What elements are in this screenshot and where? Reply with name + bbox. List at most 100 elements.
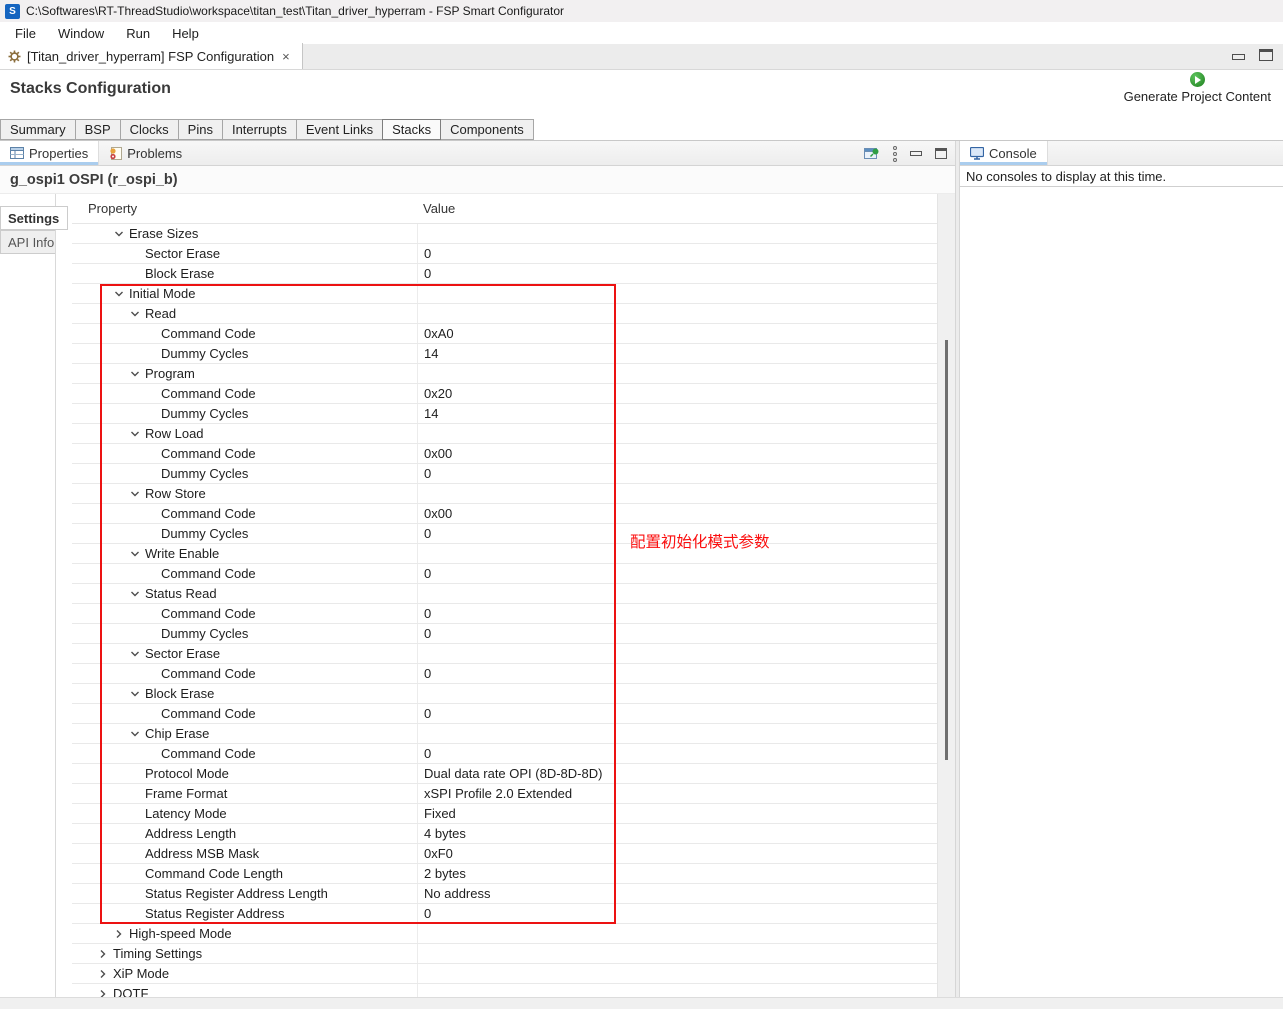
property-row[interactable]: Protocol ModeDual data rate OPI (8D-8D-8… (72, 764, 937, 784)
property-row[interactable]: Command Code0 (72, 564, 937, 584)
config-tab-components[interactable]: Components (440, 119, 534, 140)
scrollbar-thumb[interactable] (945, 340, 948, 760)
property-row[interactable]: Initial Mode (72, 284, 937, 304)
vertical-scrollbar[interactable] (937, 194, 955, 1007)
property-label: Timing Settings (113, 946, 202, 961)
property-row[interactable]: Address Length4 bytes (72, 824, 937, 844)
menu-item-run[interactable]: Run (115, 24, 161, 43)
maximize-view-icon[interactable] (935, 148, 947, 159)
property-value (417, 364, 937, 383)
config-tab-stacks[interactable]: Stacks (382, 119, 441, 140)
view-menu-icon[interactable] (893, 146, 897, 162)
property-row[interactable]: Block Erase (72, 684, 937, 704)
property-row[interactable]: Command Code0 (72, 604, 937, 624)
property-row[interactable]: Command Code0xA0 (72, 324, 937, 344)
property-row[interactable]: Timing Settings (72, 944, 937, 964)
chevron-down-icon[interactable] (129, 548, 145, 560)
property-row[interactable]: Dummy Cycles0 (72, 624, 937, 644)
chevron-down-icon[interactable] (129, 368, 145, 380)
property-row[interactable]: Sector Erase (72, 644, 937, 664)
chevron-right-icon[interactable] (113, 928, 129, 940)
maximize-icon[interactable] (1259, 49, 1273, 61)
side-tab-settings[interactable]: Settings (0, 206, 68, 230)
property-row[interactable]: Sector Erase0 (72, 244, 937, 264)
property-row[interactable]: Latency ModeFixed (72, 804, 937, 824)
property-row[interactable]: Erase Sizes (72, 224, 937, 244)
chevron-down-icon[interactable] (129, 488, 145, 500)
property-row[interactable]: Command Code0 (72, 744, 937, 764)
property-label: Initial Mode (129, 286, 195, 301)
tab-console[interactable]: Console (960, 141, 1048, 165)
menu-item-file[interactable]: File (4, 24, 47, 43)
minimize-icon[interactable] (1232, 54, 1245, 60)
property-cell: Command Code (72, 326, 417, 341)
tab-properties[interactable]: Properties (0, 141, 99, 165)
property-label: Dummy Cycles (161, 406, 248, 421)
chevron-right-icon[interactable] (97, 968, 113, 980)
editor-tab-fsp-configuration[interactable]: [Titan_driver_hyperram] FSP Configuratio… (0, 43, 303, 69)
chevron-down-icon[interactable] (129, 688, 145, 700)
property-cell: Dummy Cycles (72, 526, 417, 541)
property-row[interactable]: Command Code0x00 (72, 504, 937, 524)
property-row[interactable]: Block Erase0 (72, 264, 937, 284)
app-icon: S (5, 4, 20, 19)
menu-item-help[interactable]: Help (161, 24, 210, 43)
console-body (960, 187, 1283, 1007)
property-cell: High-speed Mode (72, 926, 417, 941)
property-label: Dummy Cycles (161, 526, 248, 541)
chevron-down-icon[interactable] (129, 728, 145, 740)
property-row[interactable]: Write Enable (72, 544, 937, 564)
chevron-down-icon[interactable] (129, 648, 145, 660)
property-row[interactable]: Dummy Cycles14 (72, 404, 937, 424)
property-row[interactable]: Dummy Cycles0 (72, 464, 937, 484)
property-row[interactable]: Row Store (72, 484, 937, 504)
property-row[interactable]: Command Code0x00 (72, 444, 937, 464)
property-cell: Command Code (72, 386, 417, 401)
minimize-view-icon[interactable] (910, 151, 922, 156)
chevron-down-icon[interactable] (129, 308, 145, 320)
config-tab-bsp[interactable]: BSP (75, 119, 121, 140)
config-tab-interrupts[interactable]: Interrupts (222, 119, 297, 140)
menu-item-window[interactable]: Window (47, 24, 115, 43)
chevron-down-icon[interactable] (113, 228, 129, 240)
property-row[interactable]: Dummy Cycles0 (72, 524, 937, 544)
property-row[interactable]: Status Read (72, 584, 937, 604)
property-row[interactable]: Command Code0 (72, 704, 937, 724)
console-panel: Console No consoles to display at this t… (960, 141, 1283, 1007)
property-value (417, 964, 937, 983)
property-row[interactable]: Status Register Address LengthNo address (72, 884, 937, 904)
chevron-down-icon[interactable] (129, 588, 145, 600)
property-row[interactable]: Command Code0 (72, 664, 937, 684)
property-label: Sector Erase (145, 646, 220, 661)
close-icon[interactable]: × (280, 49, 292, 64)
property-row[interactable]: Program (72, 364, 937, 384)
property-row[interactable]: Read (72, 304, 937, 324)
chevron-right-icon[interactable] (97, 948, 113, 960)
tab-problems[interactable]: Problems (99, 141, 192, 165)
property-row[interactable]: Row Load (72, 424, 937, 444)
property-row[interactable]: High-speed Mode (72, 924, 937, 944)
side-tab-api-info[interactable]: API Info (0, 230, 55, 254)
generate-project-content-button[interactable]: Generate Project Content (1124, 72, 1271, 104)
config-tab-event-links[interactable]: Event Links (296, 119, 383, 140)
chevron-down-icon[interactable] (113, 288, 129, 300)
property-label: Chip Erase (145, 726, 209, 741)
property-row[interactable]: Address MSB Mask0xF0 (72, 844, 937, 864)
config-tab-pins[interactable]: Pins (178, 119, 223, 140)
property-label: Block Erase (145, 266, 214, 281)
property-cell: Command Code (72, 746, 417, 761)
property-row[interactable]: XiP Mode (72, 964, 937, 984)
property-row[interactable]: Command Code0x20 (72, 384, 937, 404)
config-tab-summary[interactable]: Summary (0, 119, 76, 140)
properties-panel: Properties Problems g_ospi1 OSPI (r_ospi… (0, 141, 955, 1007)
property-row[interactable]: Frame FormatxSPI Profile 2.0 Extended (72, 784, 937, 804)
chevron-down-icon[interactable] (129, 428, 145, 440)
property-row[interactable]: Chip Erase (72, 724, 937, 744)
property-row[interactable]: Status Register Address0 (72, 904, 937, 924)
property-row[interactable]: Command Code Length2 bytes (72, 864, 937, 884)
pin-to-new-window-icon[interactable] (864, 147, 880, 161)
annotation-text: 配置初始化模式参数 (630, 530, 770, 552)
config-tab-clocks[interactable]: Clocks (120, 119, 179, 140)
property-row[interactable]: Dummy Cycles14 (72, 344, 937, 364)
property-value: 0 (417, 564, 937, 583)
